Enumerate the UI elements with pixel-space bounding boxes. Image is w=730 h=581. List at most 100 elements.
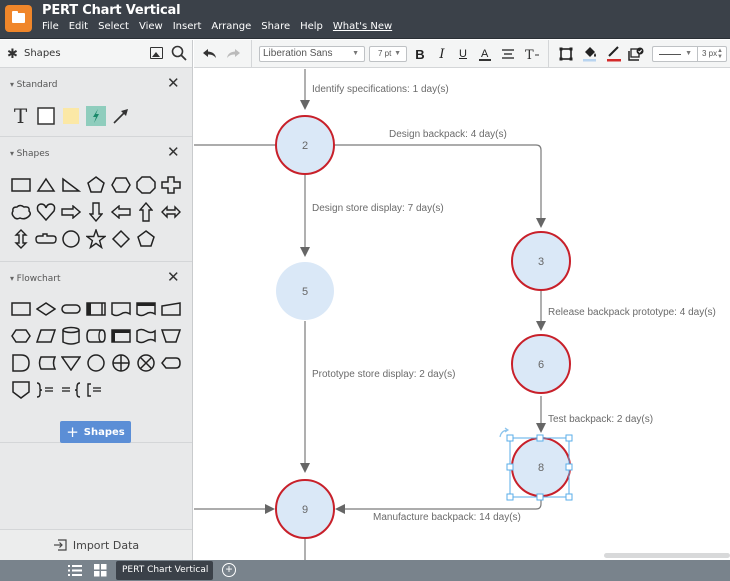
cross-icon[interactable] [158,171,183,198]
fill-color-button[interactable] [580,40,600,68]
node-2[interactable]: 2 [275,115,335,175]
resize-handle[interactable] [565,463,573,471]
document-title[interactable]: PERT Chart Vertical [42,3,181,18]
triangle-icon[interactable] [33,171,58,198]
direct-access-icon[interactable] [83,322,108,349]
diamond-icon[interactable] [108,225,133,252]
align-button[interactable] [499,40,517,68]
arrow-shape-icon[interactable] [108,102,133,129]
rectangle-shape-icon[interactable] [33,102,58,129]
manual-input-icon[interactable] [158,295,183,322]
text-color-button[interactable]: A [476,40,494,68]
close-icon[interactable]: ✕ [167,145,180,160]
line-style-select[interactable]: ▼ [652,46,697,62]
down-arrow-icon[interactable] [83,198,108,225]
menu-insert[interactable]: Insert [173,21,202,32]
line-width-input[interactable]: 3 px ▲ ▼ [697,46,727,62]
resize-handle[interactable] [506,434,514,442]
node-3[interactable]: 3 [511,231,571,291]
polygon-icon[interactable] [133,225,158,252]
resize-handle[interactable] [536,493,544,501]
add-shapes-button[interactable]: + Shapes [60,421,131,443]
resize-handle[interactable] [506,493,514,501]
node-8[interactable]: 8 [511,437,571,497]
resize-handle[interactable] [536,434,544,442]
text-options-button[interactable]: T [522,40,542,68]
section-title[interactable]: Flowchart [10,274,61,284]
left-arrow-icon[interactable] [108,198,133,225]
stored-data-icon[interactable] [33,349,58,376]
document-icon[interactable] [108,295,133,322]
annotation-left-icon[interactable] [58,376,83,403]
decision-icon[interactable] [33,295,58,322]
terminator-icon[interactable] [58,295,83,322]
summing-junction-icon[interactable] [133,349,158,376]
or-icon[interactable] [108,349,133,376]
connector-icon[interactable] [83,349,108,376]
close-icon[interactable]: ✕ [167,76,180,91]
node-6[interactable]: 6 [511,334,571,394]
internal-storage-icon[interactable] [108,322,133,349]
app-logo[interactable] [5,5,32,32]
right-arrow-icon[interactable] [58,198,83,225]
bold-button[interactable]: B [411,40,429,68]
redo-button[interactable] [223,40,243,68]
heart-icon[interactable] [33,198,58,225]
delay-icon[interactable] [8,349,33,376]
section-title[interactable]: Shapes [10,149,50,159]
multi-document-icon[interactable] [133,295,158,322]
preparation-icon[interactable] [8,322,33,349]
predefined-process-icon[interactable] [83,295,108,322]
image-icon[interactable] [150,47,163,59]
left-right-arrow-icon[interactable] [158,198,183,225]
database-icon[interactable] [58,322,83,349]
up-arrow-icon[interactable] [133,198,158,225]
cloud-icon[interactable] [8,198,33,225]
gear-icon[interactable]: ✱ [7,47,20,60]
italic-button[interactable]: I [433,40,451,68]
annotation-right-icon[interactable] [33,376,58,403]
menu-edit[interactable]: Edit [69,21,88,32]
text-shape-icon[interactable]: T [8,102,33,129]
underline-button[interactable]: U [454,40,472,68]
callout-icon[interactable] [33,225,58,252]
menu-select[interactable]: Select [98,21,129,32]
merge-icon[interactable] [58,349,83,376]
grid-view-icon[interactable] [94,564,107,577]
manual-operation-icon[interactable] [158,322,183,349]
menu-view[interactable]: View [139,21,163,32]
add-page-button[interactable]: + [222,563,236,577]
menu-arrange[interactable]: Arrange [211,21,251,32]
menu-file[interactable]: File [42,21,59,32]
diagram-canvas[interactable]: Identify specifications: 1 day(s) Design… [194,69,730,560]
lightning-icon[interactable] [83,102,108,129]
paper-tape-icon[interactable] [133,322,158,349]
up-down-arrow-icon[interactable] [8,225,33,252]
line-color-button[interactable] [604,40,624,68]
resize-handle[interactable] [565,493,573,501]
star-icon[interactable] [83,225,108,252]
section-title[interactable]: Standard [10,80,58,90]
close-icon[interactable]: ✕ [167,270,180,285]
menu-help[interactable]: Help [300,21,323,32]
display-icon[interactable] [158,349,183,376]
menu-whats-new[interactable]: What's New [333,21,392,32]
search-icon[interactable] [171,45,187,61]
process-icon[interactable] [8,295,33,322]
import-data-button[interactable]: Import Data [0,529,192,560]
node-9[interactable]: 9 [275,479,335,539]
font-size-select[interactable]: 7 pt ▼ [369,46,407,62]
octagon-icon[interactable] [133,171,158,198]
undo-button[interactable] [200,40,220,68]
list-view-icon[interactable] [68,564,82,577]
page-tab[interactable]: PERT Chart Vertical ▾ [116,561,213,580]
stepper-icon[interactable]: ▲ ▼ [717,48,723,60]
resize-handle[interactable] [506,463,514,471]
hexagon-icon[interactable] [108,171,133,198]
horizontal-scrollbar[interactable] [604,553,730,558]
circle-icon[interactable] [58,225,83,252]
node-5[interactable]: 5 [276,262,334,320]
menu-share[interactable]: Share [261,21,290,32]
data-icon[interactable] [33,322,58,349]
pentagon-icon[interactable] [83,171,108,198]
